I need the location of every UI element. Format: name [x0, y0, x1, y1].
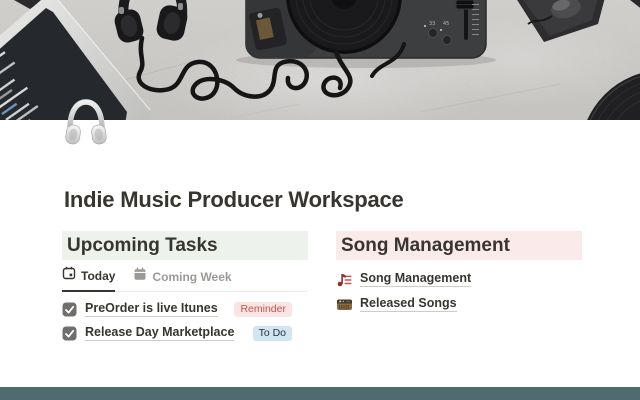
upcoming-tasks-section: Upcoming Tasks Today [62, 231, 308, 342]
page-title: Indie Music Producer Workspace [64, 187, 404, 213]
tasks-tabs: Today Coming Week [62, 268, 308, 292]
song-management-header: Song Management [336, 231, 582, 260]
tab-today-label: Today [81, 269, 115, 283]
tab-today[interactable]: Today [62, 266, 115, 292]
calendar-outline-icon [62, 266, 76, 285]
task-link[interactable]: Release Day Marketplace [85, 325, 234, 341]
page-link-label[interactable]: Released Songs [360, 296, 457, 312]
upcoming-tasks-header: Upcoming Tasks [62, 231, 308, 260]
page-link-label[interactable]: Song Management [360, 271, 471, 287]
status-badge: Reminder [234, 302, 292, 317]
task-link[interactable]: PreOrder is live Itunes [85, 301, 218, 317]
tab-coming-week-label: Coming Week [152, 270, 231, 284]
tab-coming-week[interactable]: Coming Week [133, 267, 231, 291]
song-management-section: Song Management Song Management [336, 231, 582, 313]
turntable: 33 45 [236, 0, 496, 68]
footer-bar [0, 387, 640, 400]
svg-text:33: 33 [429, 21, 435, 27]
page-link-song-management[interactable]: Song Management [336, 270, 582, 288]
svg-text:45: 45 [443, 21, 449, 27]
silver-headphones-icon [61, 97, 111, 149]
task-row: Release Day Marketplace To Do [62, 324, 308, 342]
calendar-filled-icon [133, 267, 147, 286]
music-playlist-icon [336, 271, 353, 288]
page-link-released-songs[interactable]: Released Songs [336, 295, 582, 313]
radio-icon [336, 296, 353, 313]
checked-checkbox-icon[interactable] [62, 326, 77, 341]
status-badge: To Do [253, 326, 292, 341]
page-icon-headphones[interactable] [61, 97, 111, 149]
checked-checkbox-icon[interactable] [62, 302, 77, 317]
task-row: PreOrder is live Itunes Reminder [62, 300, 308, 318]
